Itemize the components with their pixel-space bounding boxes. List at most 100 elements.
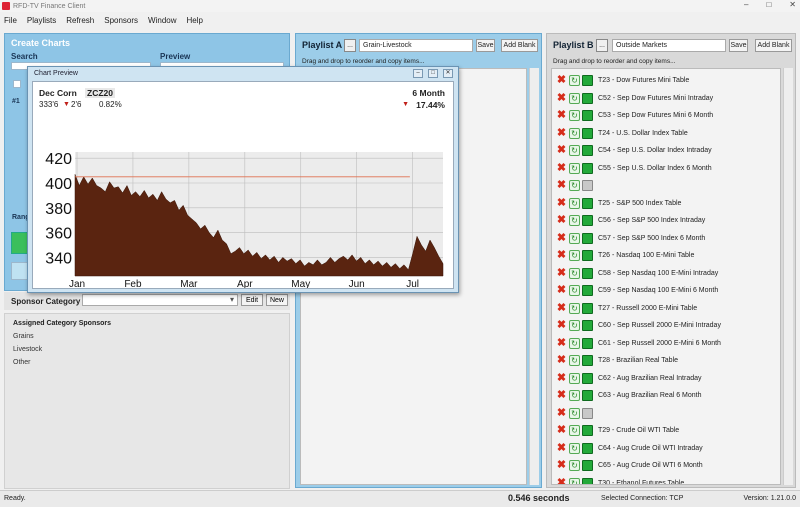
refresh-icon[interactable]: ↻ [569, 460, 580, 471]
delete-icon[interactable]: ✖ [556, 442, 567, 454]
delete-icon[interactable]: ✖ [556, 372, 567, 384]
refresh-icon[interactable]: ↻ [569, 75, 580, 86]
refresh-icon[interactable]: ↻ [569, 180, 580, 191]
select-checkbox[interactable] [13, 80, 21, 88]
ready-status-icon[interactable] [582, 477, 593, 484]
edit-button[interactable]: Edit [241, 294, 263, 306]
menu-file[interactable]: File [4, 16, 17, 25]
playlist-row[interactable]: ✖ ↻ T29 - Crude Oil WTI Table [556, 423, 679, 438]
refresh-icon[interactable]: ↻ [569, 110, 580, 121]
playlist-a-name-field[interactable]: Grain-Livestock [359, 39, 473, 52]
ready-status-icon[interactable] [582, 162, 593, 174]
playlist-row[interactable]: ✖ ↻ C52 - Sep Dow Futures Mini Intraday [556, 91, 713, 106]
delete-icon[interactable]: ✖ [556, 250, 567, 261]
delete-icon[interactable]: ✖ [556, 425, 567, 436]
playlist-row[interactable]: ✖ ↻ T28 - Brazilian Real Table [556, 353, 678, 368]
ready-status-icon[interactable] [582, 197, 593, 209]
refresh-icon[interactable]: ↻ [569, 250, 580, 261]
refresh-icon[interactable]: ↻ [569, 145, 580, 156]
refresh-icon[interactable]: ↻ [569, 320, 580, 331]
ready-status-icon[interactable] [582, 127, 593, 139]
playlist-a-scrollbar[interactable] [529, 68, 539, 485]
ready-status-icon[interactable] [582, 232, 593, 244]
ready-status-icon[interactable] [582, 267, 593, 279]
refresh-icon[interactable]: ↻ [569, 442, 580, 454]
ready-status-icon[interactable] [582, 110, 593, 121]
playlist-row[interactable]: ✖ ↻ T25 - S&P 500 Index Table [556, 196, 681, 211]
menu-sponsors[interactable]: Sponsors [104, 16, 138, 25]
ready-status-icon[interactable] [582, 390, 593, 401]
delete-icon[interactable]: ✖ [556, 302, 567, 314]
menu-window[interactable]: Window [148, 16, 176, 25]
delete-icon[interactable]: ✖ [556, 110, 567, 121]
playlist-row[interactable]: ✖↻ [556, 406, 598, 421]
ready-status-icon[interactable] [582, 75, 593, 86]
delete-icon[interactable]: ✖ [556, 267, 567, 279]
ready-status-icon[interactable] [582, 302, 593, 314]
delete-icon[interactable]: ✖ [556, 145, 567, 156]
menu-playlists[interactable]: Playlists [27, 16, 56, 25]
playlist-row[interactable]: ✖↻ [556, 178, 598, 193]
delete-icon[interactable]: ✖ [556, 215, 567, 226]
ready-status-icon[interactable] [582, 320, 593, 331]
maximize-icon[interactable]: □ [766, 0, 771, 9]
playlist-row[interactable]: ✖ ↻ T24 - U.S. Dollar Index Table [556, 126, 688, 141]
playlist-a-save-button[interactable]: Save [476, 39, 495, 52]
delete-icon[interactable]: ✖ [556, 390, 567, 401]
refresh-icon[interactable]: ↻ [569, 355, 580, 366]
ready-status-icon[interactable] [582, 442, 593, 454]
delete-icon[interactable]: ✖ [556, 180, 567, 191]
playlist-a-add-blank-button[interactable]: Add Blank [501, 39, 538, 52]
playlist-row[interactable]: ✖ ↻ C61 - Sep Russell 2000 E-Mini 6 Month [556, 336, 721, 351]
close-icon[interactable]: ✕ [789, 0, 796, 9]
delete-icon[interactable]: ✖ [556, 75, 567, 86]
ready-status-icon[interactable] [582, 337, 593, 349]
delete-icon[interactable]: ✖ [556, 407, 567, 419]
refresh-icon[interactable]: ↻ [569, 215, 580, 226]
refresh-icon[interactable]: ↻ [569, 197, 580, 209]
blank-status-icon[interactable] [582, 180, 593, 191]
playlist-row[interactable]: ✖ ↻ T23 - Dow Futures Mini Table [556, 73, 689, 88]
ready-status-icon[interactable] [582, 425, 593, 436]
refresh-icon[interactable]: ↻ [569, 337, 580, 349]
delete-icon[interactable]: ✖ [556, 92, 567, 104]
playlist-row[interactable]: ✖ ↻ T26 - Nasdaq 100 E-Mini Table [556, 248, 694, 263]
playlist-row[interactable]: ✖ ↻ C64 - Aug Crude Oil WTI Intraday [556, 441, 703, 456]
refresh-icon[interactable]: ↻ [569, 477, 580, 484]
sponsor-item[interactable]: Grains [13, 333, 281, 346]
playlist-row[interactable]: ✖ ↻ C55 - Sep U.S. Dollar Index 6 Month [556, 161, 712, 176]
sponsor-item[interactable]: Other [13, 359, 281, 372]
blank-status-icon[interactable] [582, 407, 593, 419]
ready-status-icon[interactable] [582, 215, 593, 226]
delete-icon[interactable]: ✖ [556, 232, 567, 244]
playlist-row[interactable]: ✖ ↻ C57 - Sep S&P 500 Index 6 Month [556, 231, 705, 246]
playlist-row[interactable]: ✖ ↻ C54 - Sep U.S. Dollar Index Intraday [556, 143, 712, 158]
refresh-icon[interactable]: ↻ [569, 92, 580, 104]
playlist-b-name-field[interactable]: Outside Markets [612, 39, 726, 52]
refresh-icon[interactable]: ↻ [569, 425, 580, 436]
delete-icon[interactable]: ✖ [556, 337, 567, 349]
ready-status-icon[interactable] [582, 372, 593, 384]
minimize-icon[interactable]: – [413, 69, 423, 78]
delete-icon[interactable]: ✖ [556, 285, 567, 296]
ready-status-icon[interactable] [582, 355, 593, 366]
close-icon[interactable]: ✕ [443, 69, 453, 78]
playlist-row[interactable]: ✖ ↻ C63 - Aug Brazilian Real 6 Month [556, 388, 702, 403]
playlist-b-add-blank-button[interactable]: Add Blank [755, 39, 792, 52]
refresh-icon[interactable]: ↻ [569, 267, 580, 279]
menu-help[interactable]: Help [187, 16, 203, 25]
playlist-row[interactable]: ✖ ↻ C58 - Sep Nasdaq 100 E-Mini Intraday [556, 266, 718, 281]
delete-icon[interactable]: ✖ [556, 355, 567, 366]
menu-refresh[interactable]: Refresh [66, 16, 94, 25]
ready-status-icon[interactable] [582, 92, 593, 104]
delete-icon[interactable]: ✖ [556, 197, 567, 209]
refresh-icon[interactable]: ↻ [569, 372, 580, 384]
refresh-icon[interactable]: ↻ [569, 232, 580, 244]
ready-status-icon[interactable] [582, 285, 593, 296]
ready-status-icon[interactable] [582, 250, 593, 261]
delete-icon[interactable]: ✖ [556, 320, 567, 331]
delete-icon[interactable]: ✖ [556, 460, 567, 471]
playlist-a-browse-button[interactable]: ... [344, 39, 356, 52]
playlist-row[interactable]: ✖ ↻ C59 - Sep Nasdaq 100 E-Mini 6 Month [556, 283, 718, 298]
playlist-row[interactable]: ✖ ↻ C60 - Sep Russell 2000 E-Mini Intraday [556, 318, 721, 333]
